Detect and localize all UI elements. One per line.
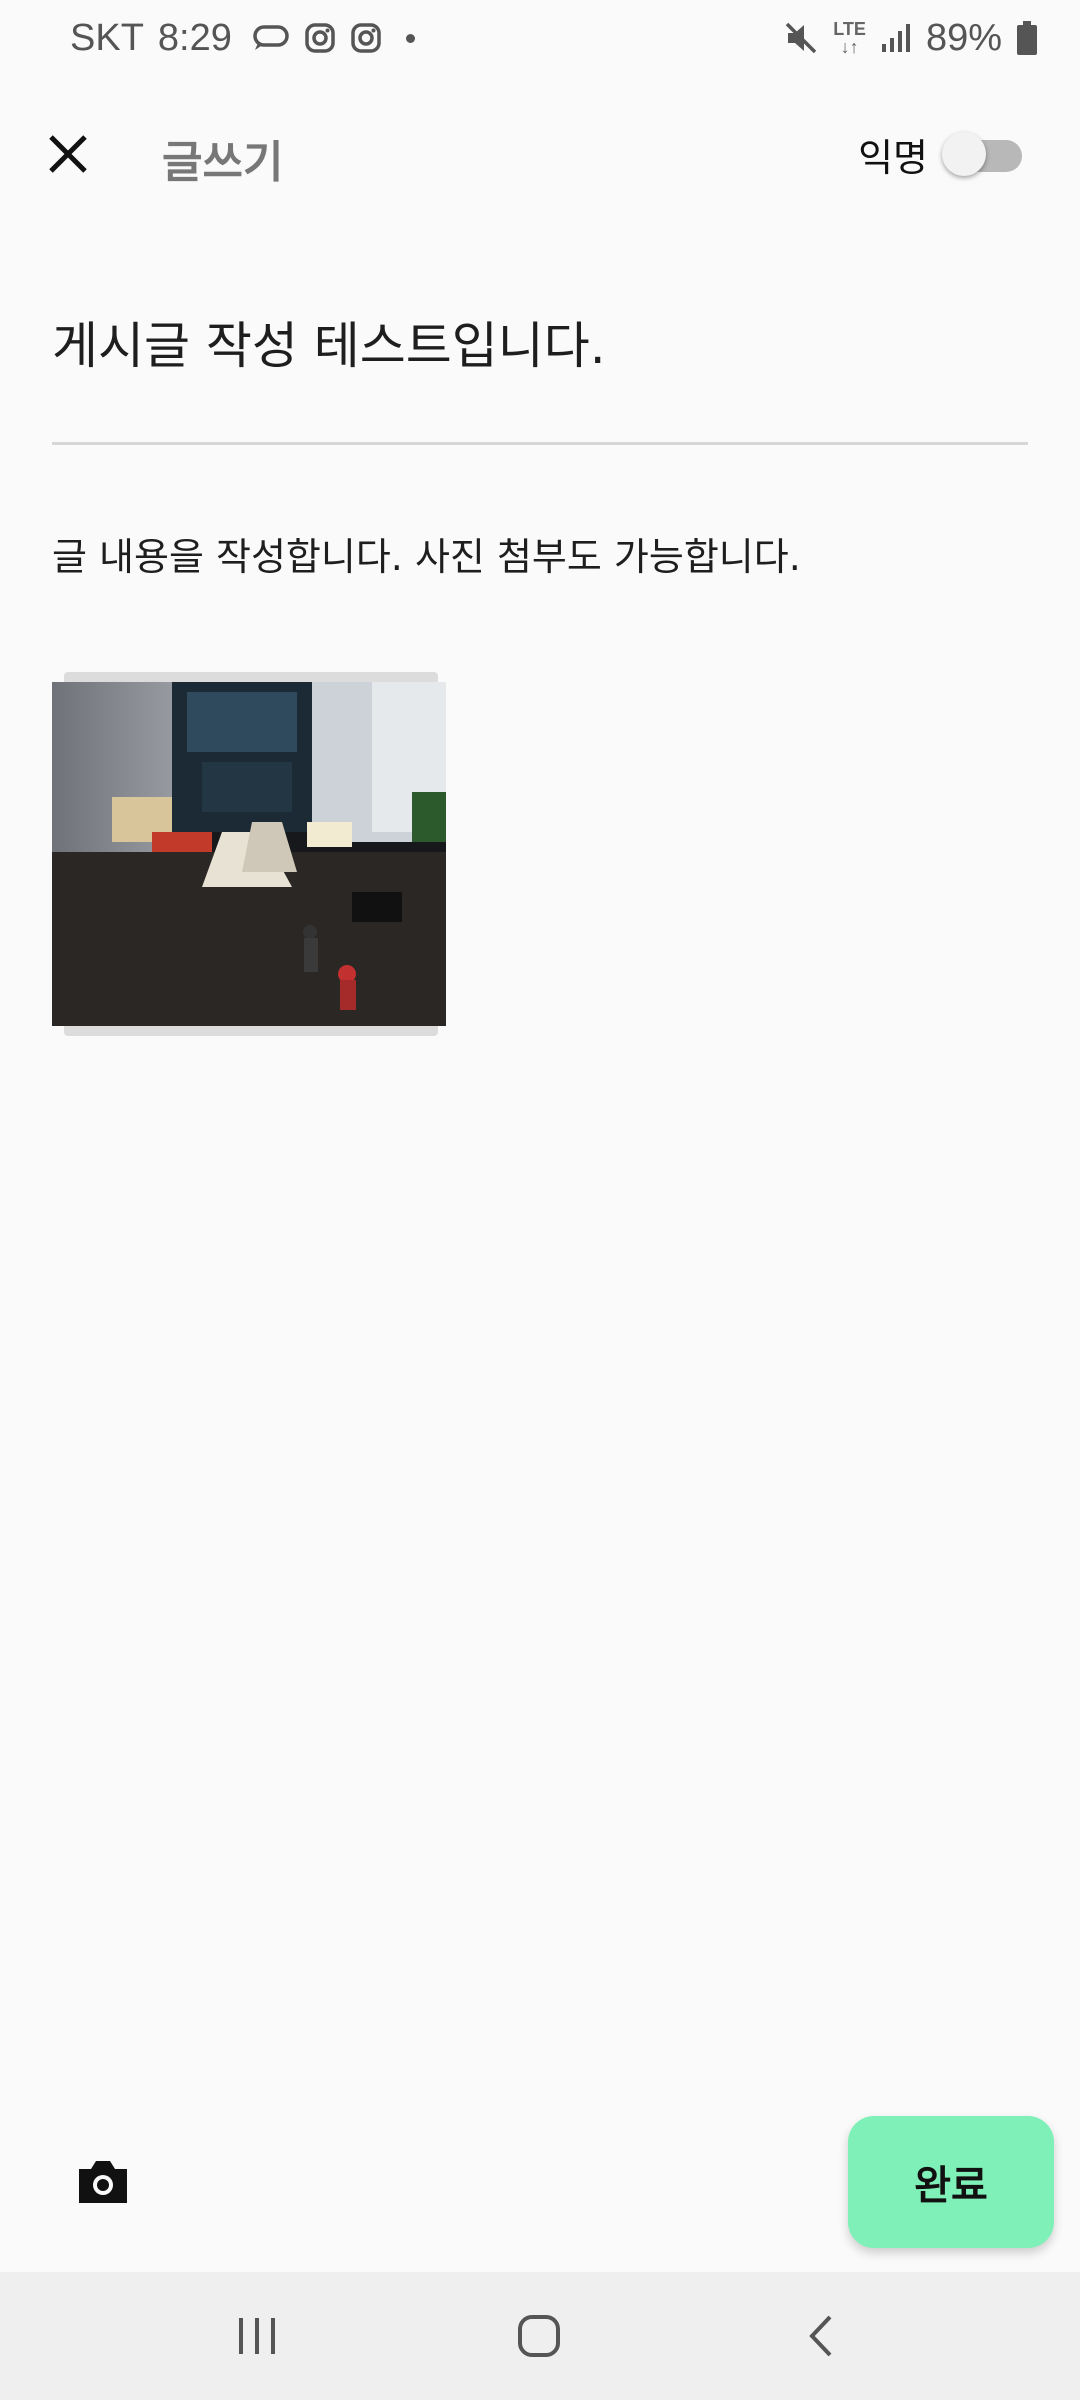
attached-photo[interactable] (52, 672, 446, 1036)
toggle-thumb (942, 132, 986, 176)
mute-icon (783, 20, 819, 56)
back-icon (809, 2315, 832, 2357)
home-icon (518, 2315, 560, 2357)
status-bar-left: SKT 8:29 (70, 10, 415, 66)
chat-bubble-icon (252, 23, 290, 53)
battery-icon (1016, 20, 1038, 56)
anonymous-label: 익명 (858, 135, 928, 180)
status-bar-right: LTE ↓↑ 89% (783, 10, 1038, 66)
clock: 8:29 (157, 16, 232, 59)
battery-percent: 89% (925, 16, 1002, 59)
anonymous-toggle[interactable] (942, 132, 1026, 176)
back-button[interactable] (776, 2296, 866, 2376)
close-button[interactable] (36, 122, 100, 186)
app-bar: 글쓰기 익명 (0, 100, 1080, 210)
system-nav-bar (0, 2272, 1080, 2400)
lte-label: LTE (833, 19, 866, 39)
instagram-icon (350, 22, 382, 54)
camera-button[interactable] (70, 2148, 136, 2214)
close-icon (49, 135, 87, 173)
photo-thumbnail (52, 682, 446, 1026)
carrier-label: SKT (70, 16, 144, 59)
post-title-input[interactable]: 게시글 작성 테스트입니다. (52, 306, 1028, 378)
signal-icon (880, 22, 912, 54)
anonymous-toggle-group: 익명 (858, 122, 1026, 186)
camera-icon (79, 2161, 127, 2203)
lte-icon: LTE ↓↑ (833, 19, 866, 57)
status-bar: SKT 8:29 LTE ↓↑ 89% (0, 0, 1080, 76)
page-title: 글쓰기 (162, 137, 284, 188)
home-button[interactable] (494, 2296, 584, 2376)
done-button[interactable]: 완료 (848, 2116, 1054, 2248)
instagram-icon (304, 22, 336, 54)
title-divider (52, 442, 1028, 445)
recent-apps-button[interactable] (212, 2296, 302, 2376)
post-body-input[interactable]: 글 내용을 작성합니다. 사진 첨부도 가능합니다. (52, 526, 1028, 581)
notification-dot-icon (405, 33, 415, 43)
recent-apps-icon (239, 2318, 275, 2354)
